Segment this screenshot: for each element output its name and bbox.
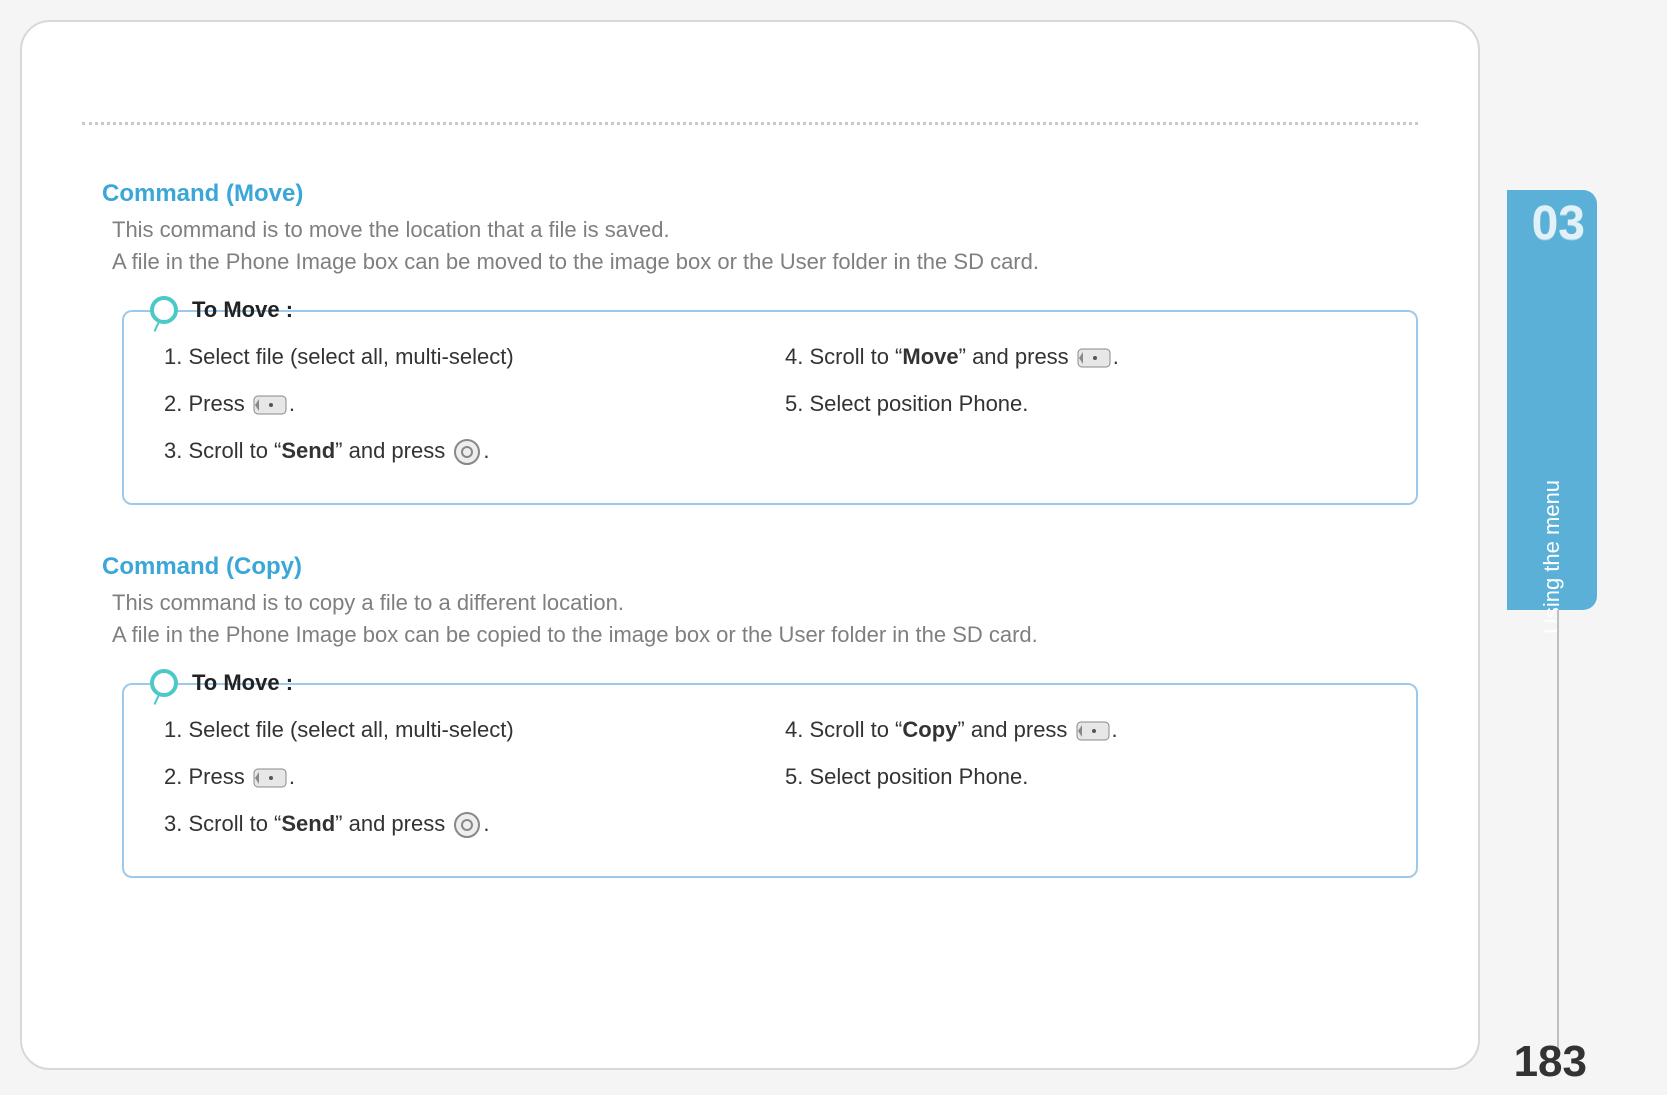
step-bold: Copy — [902, 717, 957, 742]
ok-button-icon — [453, 811, 481, 839]
step-3: 3. Scroll to “Send” and press . — [164, 807, 755, 840]
instruction-panel-wrap: To Move : 1. Select file (select all, mu… — [122, 296, 1418, 505]
step-text: 3. Scroll to “ — [164, 811, 281, 836]
desc-line: This command is to copy a file to a diff… — [112, 590, 624, 615]
steps-col-left: 1. Select file (select all, multi-select… — [164, 713, 755, 854]
chapter-label: Using the menu — [1539, 480, 1565, 634]
desc-line: This command is to move the location tha… — [112, 217, 670, 242]
section-title: Command (Move) — [102, 180, 1418, 208]
step-bold: Send — [281, 438, 335, 463]
panel-label-row: To Move : — [150, 669, 1418, 697]
softkey-icon — [253, 395, 287, 415]
step-text: . — [289, 391, 295, 416]
chapter-tab: 03 Using the menu — [1507, 190, 1597, 610]
softkey-icon — [253, 768, 287, 788]
step-text: . — [1113, 344, 1119, 369]
step-3: 3. Scroll to “Send” and press . — [164, 434, 755, 467]
step-bold: Send — [281, 811, 335, 836]
step-text: ” and press — [335, 811, 451, 836]
softkey-icon — [1077, 348, 1111, 368]
page-number: 183 — [1514, 1037, 1587, 1087]
step-text: 3. Scroll to “ — [164, 438, 281, 463]
section-move: Command (Move) This command is to move t… — [82, 180, 1418, 505]
steps-col-left: 1. Select file (select all, multi-select… — [164, 340, 755, 481]
panel-label-row: To Move : — [150, 296, 1418, 324]
step-text: 4. Scroll to “ — [785, 717, 902, 742]
step-1: 1. Select file (select all, multi-select… — [164, 340, 755, 373]
step-text: 4. Scroll to “ — [785, 344, 902, 369]
step-text: . — [483, 811, 489, 836]
panel-label: To Move : — [192, 297, 293, 323]
bullet-icon — [150, 669, 178, 697]
section-desc: This command is to move the location tha… — [112, 214, 1418, 278]
bullet-icon — [150, 296, 178, 324]
step-5: 5. Select position Phone. — [785, 760, 1376, 793]
step-text: 2. Press — [164, 764, 251, 789]
softkey-icon — [1076, 721, 1110, 741]
desc-line: A file in the Phone Image box can be cop… — [112, 622, 1038, 647]
divider-dotted — [82, 122, 1418, 125]
step-2: 2. Press . — [164, 760, 755, 793]
step-1: 1. Select file (select all, multi-select… — [164, 713, 755, 746]
step-text: . — [483, 438, 489, 463]
chapter-number: 03 — [1532, 196, 1585, 251]
ok-button-icon — [453, 438, 481, 466]
step-text: . — [289, 764, 295, 789]
manual-page: Command (Move) This command is to move t… — [20, 20, 1480, 1070]
step-2: 2. Press . — [164, 387, 755, 420]
vertical-rule — [1557, 610, 1559, 1050]
section-copy: Command (Copy) This command is to copy a… — [82, 553, 1418, 878]
instruction-panel-wrap: To Move : 1. Select file (select all, mu… — [122, 669, 1418, 878]
step-text: . — [1112, 717, 1118, 742]
step-4: 4. Scroll to “Move” and press . — [785, 340, 1376, 373]
desc-line: A file in the Phone Image box can be mov… — [112, 249, 1039, 274]
step-text: ” and press — [335, 438, 451, 463]
steps-col-right: 4. Scroll to “Move” and press . 5. Selec… — [785, 340, 1376, 481]
step-bold: Move — [902, 344, 958, 369]
step-text: ” and press — [959, 344, 1075, 369]
panel-label: To Move : — [192, 670, 293, 696]
steps-col-right: 4. Scroll to “Copy” and press . 5. Selec… — [785, 713, 1376, 854]
instruction-panel: 1. Select file (select all, multi-select… — [122, 683, 1418, 878]
step-5: 5. Select position Phone. — [785, 387, 1376, 420]
step-4: 4. Scroll to “Copy” and press . — [785, 713, 1376, 746]
instruction-panel: 1. Select file (select all, multi-select… — [122, 310, 1418, 505]
step-text: 2. Press — [164, 391, 251, 416]
step-text: ” and press — [957, 717, 1073, 742]
section-desc: This command is to copy a file to a diff… — [112, 587, 1418, 651]
section-title: Command (Copy) — [102, 553, 1418, 581]
